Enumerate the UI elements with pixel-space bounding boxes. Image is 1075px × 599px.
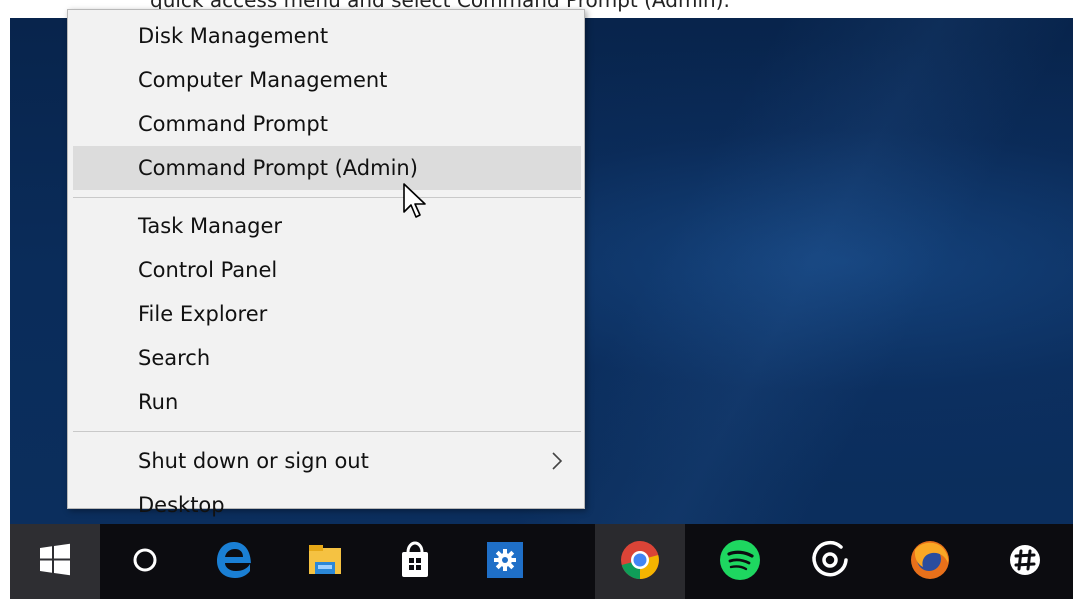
menu-item-task-manager[interactable]: Task Manager	[68, 204, 584, 248]
taskbar-chrome[interactable]	[595, 524, 685, 599]
cortana-circle-icon	[130, 545, 160, 579]
quick-access-menu: Disk Management Computer Management Comm…	[67, 9, 585, 517]
taskbar	[10, 524, 1073, 599]
menu-item-command-prompt-admin[interactable]: Command Prompt (Admin)	[73, 146, 581, 190]
menu-item-label: Computer Management	[138, 68, 388, 92]
taskbar-firefox[interactable]	[885, 524, 975, 599]
menu-item-label: Disk Management	[138, 24, 329, 48]
menu-item-command-prompt[interactable]: Command Prompt	[68, 102, 584, 146]
menu-item-disk-management[interactable]: Disk Management	[68, 14, 584, 58]
taskbar-groove-music[interactable]	[785, 524, 875, 599]
taskbar-file-explorer[interactable]	[280, 524, 370, 599]
taskbar-edge[interactable]	[190, 524, 280, 599]
windows-start-icon	[38, 543, 72, 581]
chrome-icon	[618, 538, 662, 586]
store-icon	[395, 540, 435, 584]
menu-item-file-explorer[interactable]: File Explorer	[68, 292, 584, 336]
mouse-pointer-icon	[402, 182, 430, 226]
settings-gear-icon	[485, 540, 525, 584]
menu-item-control-panel[interactable]: Control Panel	[68, 248, 584, 292]
menu-item-label: Command Prompt	[138, 112, 328, 136]
menu-item-label: Search	[138, 346, 211, 370]
menu-item-run[interactable]: Run	[68, 380, 584, 424]
spotify-icon	[718, 538, 762, 586]
menu-separator	[73, 431, 581, 432]
menu-item-label: Control Panel	[138, 258, 278, 282]
menu-item-label: File Explorer	[138, 302, 268, 326]
menu-item-computer-management[interactable]: Computer Management	[68, 58, 584, 102]
groove-music-icon	[808, 538, 852, 586]
taskbar-slack[interactable]	[980, 524, 1070, 599]
slack-icon	[1005, 540, 1045, 584]
menu-item-shut-down-or-sign-out[interactable]: Shut down or sign out	[68, 439, 584, 483]
taskbar-settings[interactable]	[460, 524, 550, 599]
edge-icon	[213, 538, 257, 586]
menu-item-label: Shut down or sign out	[138, 449, 369, 473]
taskbar-spotify[interactable]	[695, 524, 785, 599]
file-explorer-icon	[305, 540, 345, 584]
firefox-icon	[908, 538, 952, 586]
menu-item-label: Task Manager	[138, 214, 283, 238]
start-button[interactable]	[10, 524, 100, 599]
menu-separator	[73, 197, 581, 198]
menu-item-label: Desktop	[138, 493, 225, 517]
menu-item-search[interactable]: Search	[68, 336, 584, 380]
menu-item-label: Run	[138, 390, 179, 414]
menu-item-label: Command Prompt (Admin)	[138, 156, 418, 180]
menu-item-desktop[interactable]: Desktop	[68, 483, 584, 527]
cortana-button[interactable]	[100, 524, 190, 599]
taskbar-store[interactable]	[370, 524, 460, 599]
